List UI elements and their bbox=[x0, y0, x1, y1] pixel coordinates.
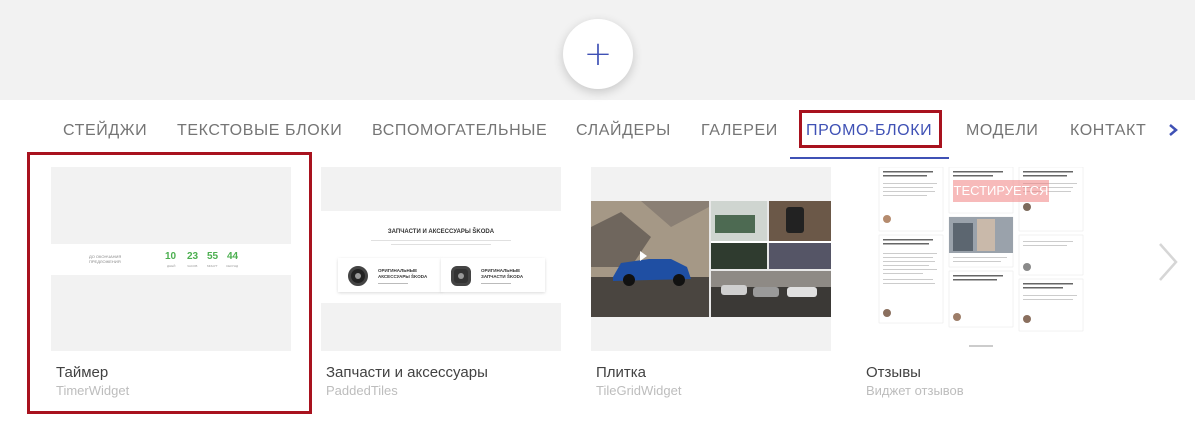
chevron-right-icon[interactable] bbox=[1166, 118, 1182, 142]
text-line bbox=[378, 283, 408, 284]
tab-sliders[interactable]: СЛАЙДЕРЫ bbox=[576, 122, 671, 140]
parts-tile: ОРИГИНАЛЬНЫЕ ЗАПЧАСТИ ŠKODA bbox=[441, 258, 545, 292]
parts-tile: ОРИГИНАЛЬНЫЕ АКСЕССУАРЫ ŠKODA bbox=[338, 258, 442, 292]
text-line bbox=[391, 244, 491, 245]
text-line bbox=[371, 240, 511, 241]
category-tabs: СТЕЙДЖИ ТЕКСТОВЫЕ БЛОКИ ВСПОМОГАТЕЛЬНЫЕ … bbox=[0, 100, 1195, 160]
card-subtitle: Виджет отзывов bbox=[866, 383, 964, 398]
tab-models[interactable]: МОДЕЛИ bbox=[966, 122, 1039, 140]
wheel-icon bbox=[348, 266, 368, 286]
play-icon bbox=[640, 251, 647, 261]
card-title: Отзывы bbox=[866, 364, 921, 381]
chevron-right-icon[interactable] bbox=[1152, 240, 1182, 284]
tile-label: ОРИГИНАЛЬНЫЕ АКСЕССУАРЫ ŠKODA bbox=[378, 268, 428, 279]
tile-grid-preview bbox=[591, 167, 831, 351]
tab-contact[interactable]: КОНТАКТ bbox=[1070, 122, 1146, 140]
add-block-area: + bbox=[0, 0, 1195, 100]
parts-heading: ЗАПЧАСТИ И АКСЕССУАРЫ ŠKODA bbox=[387, 229, 495, 235]
card-thumbnail: ЗАПЧАСТИ И АКСЕССУАРЫ ŠKODA ОРИГИНАЛЬНЫЕ… bbox=[321, 167, 561, 351]
testing-badge: ТЕСТИРУЕТСЯ bbox=[953, 180, 1049, 202]
card-thumbnail bbox=[591, 167, 831, 351]
card-subtitle: PaddedTiles bbox=[326, 383, 398, 398]
tab-stages[interactable]: СТЕЙДЖИ bbox=[63, 122, 147, 140]
card-title: Запчасти и аксессуары bbox=[326, 364, 488, 381]
tab-highlight-frame bbox=[799, 110, 942, 148]
card-highlight-frame bbox=[27, 152, 312, 414]
parts-preview: ЗАПЧАСТИ И АКСЕССУАРЫ ŠKODA ОРИГИНАЛЬНЫЕ… bbox=[321, 211, 561, 303]
plus-icon: + bbox=[583, 34, 613, 74]
card-title: Плитка bbox=[596, 364, 647, 381]
tile-label: ОРИГИНАЛЬНЫЕ ЗАПЧАСТИ ŠKODA bbox=[481, 268, 524, 279]
card-thumbnail: ТЕСТИРУЕТСЯ bbox=[861, 167, 1101, 351]
card-subtitle: TileGridWidget bbox=[596, 383, 682, 398]
active-tab-indicator bbox=[790, 157, 949, 159]
part-icon bbox=[451, 266, 471, 286]
tab-text-blocks[interactable]: ТЕКСТОВЫЕ БЛОКИ bbox=[177, 122, 342, 140]
add-block-button[interactable]: + bbox=[563, 19, 633, 89]
text-line bbox=[481, 283, 511, 284]
tab-galleries[interactable]: ГАЛЕРЕИ bbox=[701, 122, 778, 140]
tab-auxiliary[interactable]: ВСПОМОГАТЕЛЬНЫЕ bbox=[372, 122, 547, 140]
